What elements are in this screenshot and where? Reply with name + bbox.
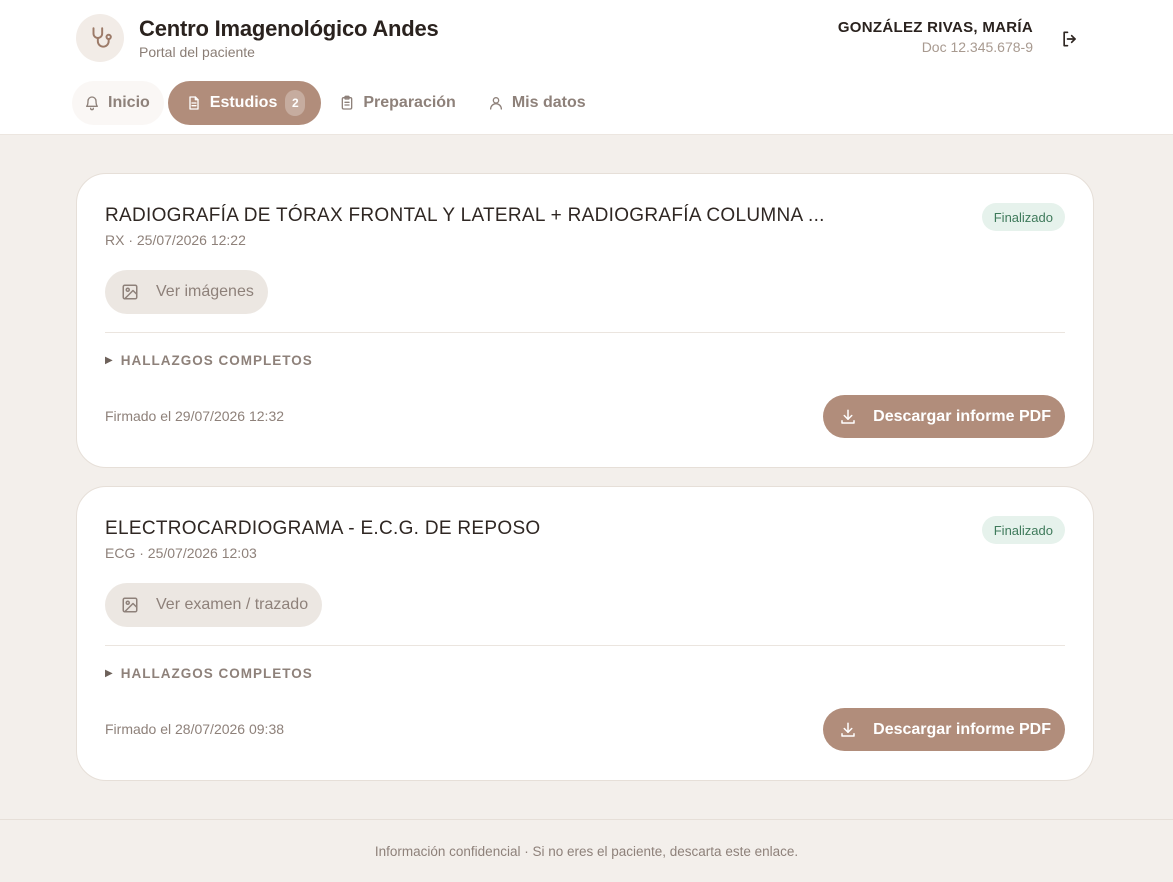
count-badge: 2 bbox=[285, 90, 306, 116]
view-button-label: Ver imágenes bbox=[156, 283, 254, 300]
findings-label: HALLAZGOS COMPLETOS bbox=[120, 666, 313, 681]
brand-logo bbox=[76, 14, 124, 62]
user-name: GONZÁLEZ RIVAS, MARÍA bbox=[837, 19, 1033, 36]
brand-title: Centro Imagenológico Andes bbox=[139, 16, 439, 41]
signed-date: Firmado el 28/07/2026 09:38 bbox=[105, 721, 285, 737]
findings-toggle[interactable]: ▶ HALLAZGOS COMPLETOS bbox=[105, 353, 313, 368]
logout-icon bbox=[1060, 29, 1080, 49]
download-label: Descargar informe PDF bbox=[873, 720, 1051, 738]
view-exam-button[interactable]: Ver examen / trazado bbox=[105, 583, 323, 627]
caret-right-icon: ▶ bbox=[105, 355, 114, 366]
findings-toggle[interactable]: ▶ HALLAZGOS COMPLETOS bbox=[105, 666, 313, 681]
study-title: RADIOGRAFÍA DE TÓRAX FRONTAL Y LATERAL +… bbox=[105, 205, 825, 226]
caret-right-icon: ▶ bbox=[105, 668, 114, 679]
study-card: ELECTROCARDIOGRAMA - E.C.G. DE REPOSO EC… bbox=[76, 486, 1094, 781]
study-card: RADIOGRAFÍA DE TÓRAX FRONTAL Y LATERAL +… bbox=[76, 173, 1094, 468]
status-badge: Finalizado bbox=[981, 203, 1065, 231]
study-meta: RX · 25/07/2026 12:22 bbox=[105, 232, 246, 248]
footer: Información confidencial · Si no eres el… bbox=[0, 819, 1173, 882]
study-title: ELECTROCARDIOGRAMA - E.C.G. DE REPOSO bbox=[105, 518, 541, 539]
signed-date: Firmado el 29/07/2026 12:32 bbox=[105, 408, 285, 424]
tab-label: Inicio bbox=[108, 94, 150, 111]
stethoscope-icon bbox=[87, 25, 113, 51]
tab-label: Mis datos bbox=[511, 94, 586, 111]
tab-mis-datos[interactable]: Mis datos bbox=[474, 81, 600, 125]
document-icon bbox=[186, 95, 202, 111]
tab-inicio[interactable]: Inicio bbox=[72, 81, 164, 125]
view-images-button[interactable]: Ver imágenes bbox=[105, 270, 268, 314]
footer-text: Información confidencial · Si no eres el… bbox=[374, 843, 799, 859]
divider bbox=[105, 332, 1065, 333]
image-icon bbox=[121, 596, 139, 614]
user-icon bbox=[488, 95, 504, 111]
status-badge: Finalizado bbox=[981, 516, 1065, 544]
view-button-label: Ver examen / trazado bbox=[156, 596, 309, 613]
tab-preparacion[interactable]: Preparación bbox=[325, 81, 469, 125]
tab-label: Estudios bbox=[209, 94, 278, 111]
bell-icon bbox=[84, 95, 100, 111]
user-doc: Doc 12.345.678-9 bbox=[921, 39, 1033, 55]
header: Centro Imagenológico Andes Portal del pa… bbox=[0, 0, 1173, 135]
brand-subtitle: Portal del paciente bbox=[139, 44, 255, 60]
tab-label: Preparación bbox=[363, 94, 456, 111]
tab-estudios[interactable]: Estudios 2 bbox=[167, 81, 322, 125]
main-tabs: Inicio Estudios 2 Preparación Mis datos bbox=[72, 81, 600, 125]
study-meta: ECG · 25/07/2026 12:03 bbox=[105, 545, 257, 561]
divider bbox=[105, 645, 1065, 646]
download-pdf-button[interactable]: Descargar informe PDF bbox=[823, 395, 1065, 438]
findings-label: HALLAZGOS COMPLETOS bbox=[120, 353, 313, 368]
image-icon bbox=[121, 283, 139, 301]
download-icon bbox=[839, 721, 857, 739]
logout-button[interactable] bbox=[1057, 26, 1083, 52]
clipboard-icon bbox=[339, 95, 355, 111]
download-icon bbox=[839, 408, 857, 426]
download-pdf-button[interactable]: Descargar informe PDF bbox=[823, 708, 1065, 751]
download-label: Descargar informe PDF bbox=[873, 407, 1051, 425]
